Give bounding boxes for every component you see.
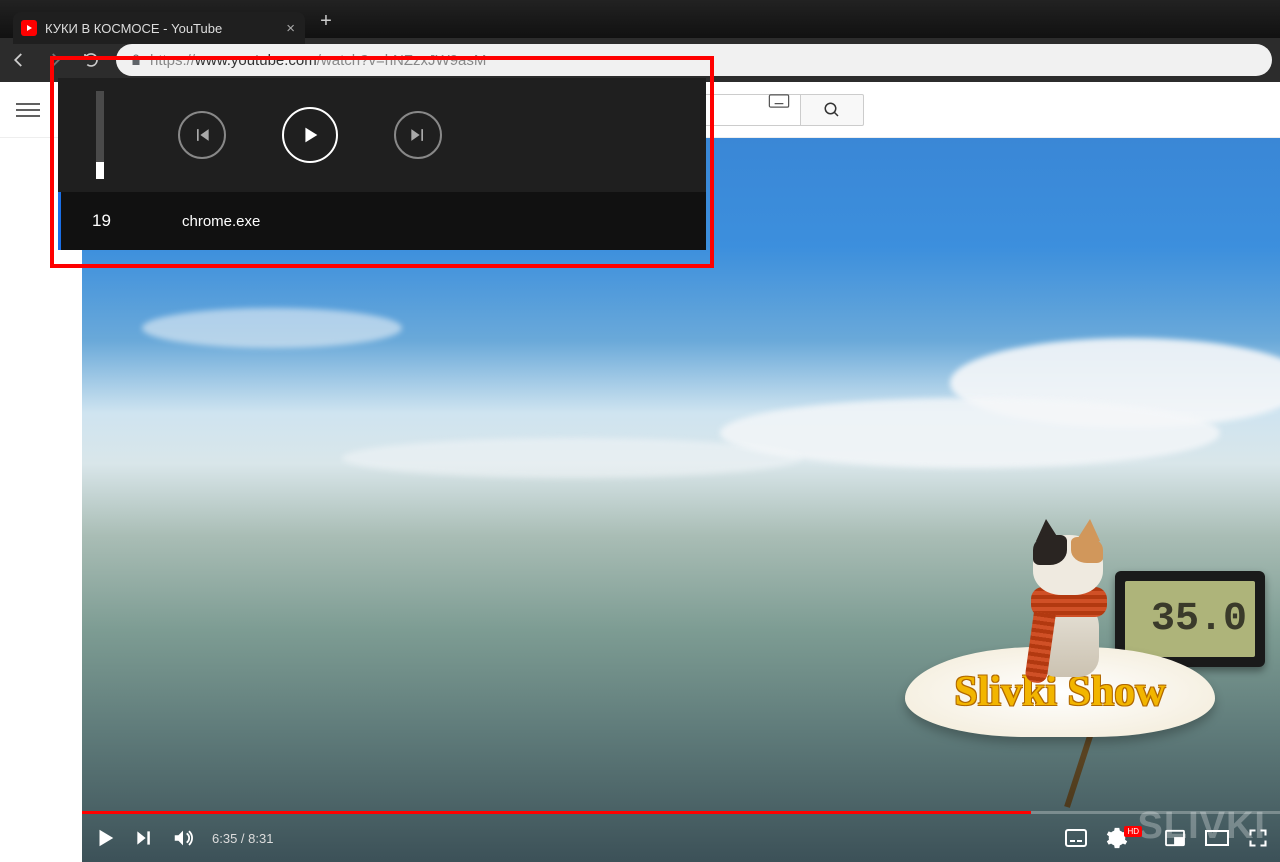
close-tab-icon[interactable]: × (286, 20, 295, 37)
time-display: 6:35 / 8:31 (212, 831, 273, 846)
miniplayer-button[interactable] (1164, 829, 1186, 847)
search-button[interactable] (800, 94, 864, 126)
system-media-overlay: 19 chrome.exe (58, 78, 706, 250)
volume-level: 19 (61, 211, 142, 231)
media-source-app: chrome.exe (142, 213, 260, 230)
theater-button[interactable] (1204, 829, 1230, 847)
media-play-button[interactable] (282, 107, 338, 163)
reload-button[interactable] (80, 51, 102, 69)
menu-icon[interactable] (16, 98, 40, 122)
browser-tabstrip: КУКИ В КОСМОСЕ - YouTube × + (0, 0, 1280, 38)
media-previous-button[interactable] (178, 111, 226, 159)
volume-icon[interactable] (172, 827, 194, 849)
lock-icon (130, 53, 142, 67)
settings-button[interactable]: HD (1106, 827, 1146, 849)
forward-button[interactable] (44, 51, 66, 69)
browser-tab[interactable]: КУКИ В КОСМОСЕ - YouTube × (13, 12, 305, 44)
back-button[interactable] (8, 51, 30, 69)
browser-navbar: https://www.youtube.com/watch?v=hNZzxJW9… (0, 38, 1280, 82)
tab-title: КУКИ В КОСМОСЕ - YouTube (45, 21, 278, 36)
address-bar[interactable]: https://www.youtube.com/watch?v=hNZzxJW9… (116, 44, 1272, 76)
fullscreen-button[interactable] (1248, 828, 1268, 848)
new-tab-button[interactable]: + (311, 6, 341, 36)
next-button[interactable] (134, 828, 154, 848)
hd-badge: HD (1124, 826, 1142, 837)
player-controls: 6:35 / 8:31 HD (82, 814, 1280, 862)
subtitles-button[interactable] (1064, 828, 1088, 848)
media-next-button[interactable] (394, 111, 442, 159)
volume-slider[interactable] (58, 78, 142, 192)
url-text: https://www.youtube.com/watch?v=hNZzxJW9… (150, 52, 486, 69)
video-overlay-graphic: 35.0 Slivki Show (905, 467, 1255, 787)
keyboard-icon[interactable] (768, 94, 790, 108)
play-button[interactable] (94, 826, 116, 850)
youtube-favicon (21, 20, 37, 36)
